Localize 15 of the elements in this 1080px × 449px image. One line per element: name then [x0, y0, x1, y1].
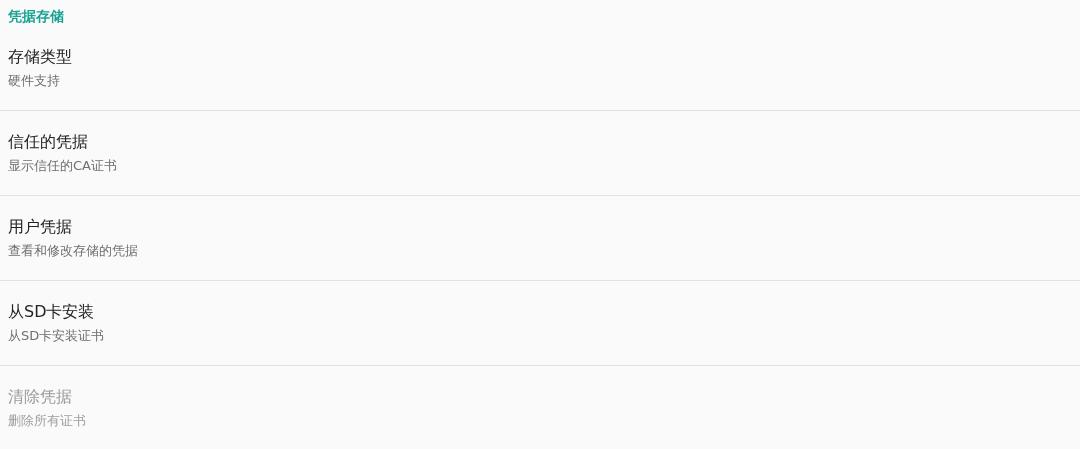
- settings-item[interactable]: 信任的凭据 显示信任的CA证书: [0, 111, 1080, 196]
- item-summary: 查看和修改存储的凭据: [8, 241, 138, 260]
- item-summary: 删除所有证书: [8, 411, 86, 430]
- item-title: 清除凭据: [8, 386, 72, 408]
- item-summary: 从SD卡安装证书: [8, 326, 105, 345]
- item-title: 从SD卡安装: [8, 301, 95, 323]
- settings-item[interactable]: 存储类型 硬件支持: [0, 26, 1080, 111]
- item-title: 用户凭据: [8, 216, 72, 238]
- section-header: 凭据存储: [8, 8, 64, 24]
- item-title: 存储类型: [8, 46, 72, 68]
- item-summary: 硬件支持: [8, 71, 60, 90]
- item-title: 信任的凭据: [8, 131, 88, 153]
- settings-item[interactable]: 从SD卡安装 从SD卡安装证书: [0, 281, 1080, 366]
- settings-item[interactable]: 用户凭据 查看和修改存储的凭据: [0, 196, 1080, 281]
- item-summary: 显示信任的CA证书: [8, 156, 117, 175]
